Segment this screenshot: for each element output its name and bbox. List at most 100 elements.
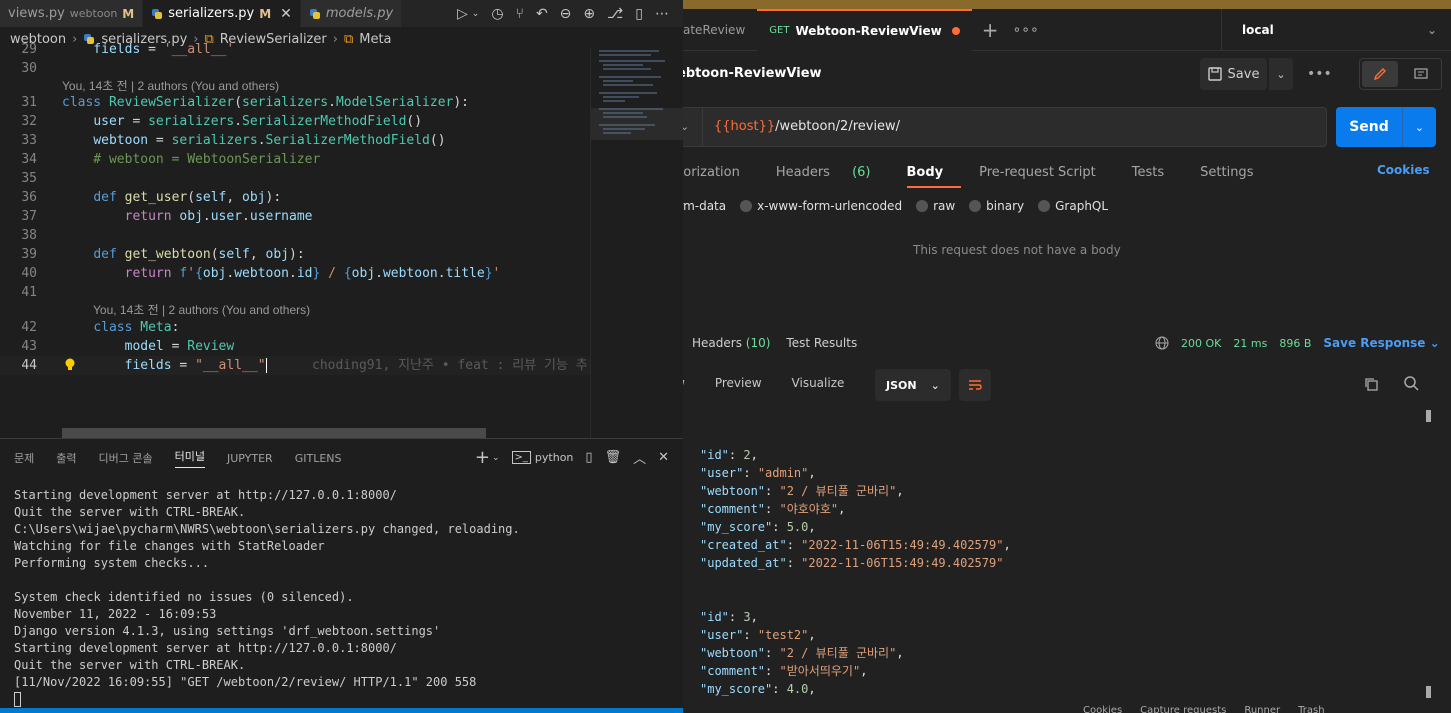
footer-trash[interactable]: Trash [1298, 705, 1324, 713]
lightbulb-icon[interactable] [64, 358, 76, 372]
request-tab-active[interactable]: GET Webtoon-ReviewView [757, 8, 972, 51]
tab-test-results[interactable]: Test Results [786, 336, 857, 350]
chevron-down-icon[interactable]: ⌄ [492, 453, 500, 463]
tab-debug-console[interactable]: 디버그 콘솔 [99, 450, 153, 466]
tab-output[interactable]: 출력 [56, 450, 76, 466]
maximize-panel-icon[interactable]: ︿ [633, 448, 646, 467]
json-value: "test2" [757, 628, 809, 642]
body-mode-form-data[interactable]: orm-data [683, 199, 726, 213]
save-dropdown-chevron-icon[interactable]: ⌄ [1269, 58, 1293, 90]
timeline-icon[interactable]: ◷ [491, 6, 503, 22]
tab-headers[interactable]: Headers (6) [776, 165, 889, 180]
tab-problems[interactable]: 문제 [14, 450, 34, 466]
terminal-output[interactable]: Starting development server at http://12… [14, 487, 520, 708]
chevron-down-icon[interactable]: ⌄ [472, 9, 480, 19]
split-terminal-icon[interactable]: ▯ [585, 450, 592, 465]
next-change-icon[interactable]: ⊕ [583, 6, 595, 22]
new-tab-button[interactable]: + [972, 9, 1009, 51]
url-variable: {{host}} [714, 119, 776, 134]
save-response-button[interactable]: Save Response ⌄ [1323, 336, 1439, 350]
line-number: 32 [21, 114, 37, 129]
footer-runner[interactable]: Runner [1244, 705, 1280, 713]
vertical-scrollbar[interactable] [1425, 408, 1433, 698]
tab-visualize[interactable]: Visualize [792, 376, 845, 390]
more-tabs-icon[interactable]: ∘∘∘ [1008, 9, 1042, 51]
status-code[interactable]: 200 OK [1181, 337, 1221, 350]
tab-models-py[interactable]: models.py [300, 0, 403, 27]
globe-icon[interactable] [1155, 336, 1169, 350]
tab-response-headers[interactable]: Headers (10) [692, 336, 770, 350]
copy-icon[interactable] [1363, 376, 1379, 392]
trash-icon[interactable]: 🗑 [605, 450, 622, 465]
json-line: "user": "test2", [700, 628, 816, 642]
tab-count: (6) [852, 164, 871, 180]
chevron-down-icon: ⌄ [1429, 336, 1440, 350]
tab-serializers-py[interactable]: serializers.py M ✕ [143, 0, 301, 27]
tab-authorization[interactable]: horization [683, 165, 758, 180]
body-mode-options: orm-data x-www-form-urlencoded raw binar… [683, 199, 1108, 213]
run-icon[interactable]: ▷ [457, 6, 468, 22]
close-panel-icon[interactable]: ✕ [658, 450, 669, 465]
more-icon[interactable]: ⋯ [655, 6, 669, 22]
plus-icon[interactable]: + [475, 447, 490, 468]
tab-terminal[interactable]: 터미널 [174, 448, 205, 468]
footer-capture[interactable]: Capture requests [1140, 705, 1226, 713]
search-icon[interactable] [1403, 375, 1419, 391]
edit-pencil-icon[interactable] [1362, 61, 1398, 87]
json-value: "2 / 뷰티풀 군바리" [779, 484, 897, 498]
tab-preview[interactable]: Preview [715, 376, 762, 390]
tab-views-py[interactable]: views.py webtoon M [0, 0, 144, 27]
more-icon[interactable]: ••• [1307, 58, 1332, 90]
url-bar[interactable]: ⌄ {{host}}/webtoon/2/review/ [683, 107, 1327, 147]
horizontal-scrollbar[interactable] [62, 428, 486, 438]
tab-jupyter[interactable]: JUPYTER [227, 452, 273, 465]
response-body[interactable]: "id": 2, "user": "admin", "webtoon": "2 / … [700, 446, 1011, 698]
code-line: 30 [0, 59, 590, 78]
save-button[interactable]: Save [1200, 58, 1268, 90]
method-chevron-down-icon[interactable]: ⌄ [683, 120, 689, 133]
terminal-shell-label[interactable]: python [535, 451, 573, 464]
url-input[interactable]: {{host}}/webtoon/2/review/ [714, 119, 900, 134]
git-lens-icon[interactable]: ⎇ [607, 6, 623, 22]
radio-icon [916, 200, 929, 212]
save-response-label: Save Response [1323, 336, 1426, 350]
request-tab[interactable]: ateReview [683, 9, 757, 51]
tab-settings[interactable]: Settings [1200, 165, 1271, 180]
minimap[interactable] [590, 48, 683, 438]
request-title[interactable]: ebtoon-ReviewView [683, 66, 822, 81]
format-selector[interactable]: JSON ⌄ [875, 369, 951, 401]
chevron-down-icon[interactable]: ⌄ [1403, 121, 1436, 134]
tab-tests[interactable]: Tests [1132, 165, 1182, 180]
close-icon[interactable]: ✕ [280, 6, 292, 22]
terminal-line: Starting development server at http://12… [14, 488, 397, 502]
compare-icon[interactable]: ↶ [536, 6, 548, 22]
body-mode-raw[interactable]: raw [916, 199, 955, 213]
comments-icon[interactable] [1404, 61, 1440, 87]
body-mode-urlencoded[interactable]: x-www-form-urlencoded [740, 199, 902, 213]
tab-pretty[interactable]: w [683, 376, 685, 390]
tab-gitlens[interactable]: GITLENS [295, 452, 342, 465]
body-mode-binary[interactable]: binary [969, 199, 1024, 213]
footer-cookies[interactable]: Cookies [1083, 705, 1122, 713]
codelens-blame[interactable]: You, 14초 전 | 2 authors (You and others) [93, 302, 310, 319]
source-control-icon[interactable]: ⑂ [516, 6, 524, 22]
json-value: "2022-11-06T15:49:49.402579" [801, 538, 1004, 552]
terminal-line: Quit the server with CTRL-BREAK. [14, 505, 246, 519]
body-mode-graphql[interactable]: GraphQL [1038, 199, 1108, 213]
response-size[interactable]: 896 B [1279, 337, 1311, 350]
wrap-lines-icon[interactable] [959, 369, 991, 401]
environment-selector[interactable]: local ⌄ [1221, 9, 1451, 51]
response-view-tabs: w Preview Visualize [683, 376, 844, 390]
code-line: 43 model = Review [0, 337, 590, 356]
radio-label: raw [933, 199, 956, 213]
terminal-line: Django version 4.1.3, using settings 'dr… [14, 624, 441, 638]
send-button[interactable]: Send ⌄ [1336, 107, 1436, 147]
tab-body[interactable]: Body [906, 165, 962, 188]
response-time[interactable]: 21 ms [1233, 337, 1267, 350]
split-editor-icon[interactable]: ▯ [635, 6, 643, 22]
tab-pre-request-script[interactable]: Pre-request Script [979, 165, 1114, 180]
line-number: 39 [21, 247, 37, 262]
json-value: 5.0 [786, 520, 809, 534]
previous-change-icon[interactable]: ⊖ [560, 6, 572, 22]
cookies-link[interactable]: Cookies [1377, 163, 1430, 177]
